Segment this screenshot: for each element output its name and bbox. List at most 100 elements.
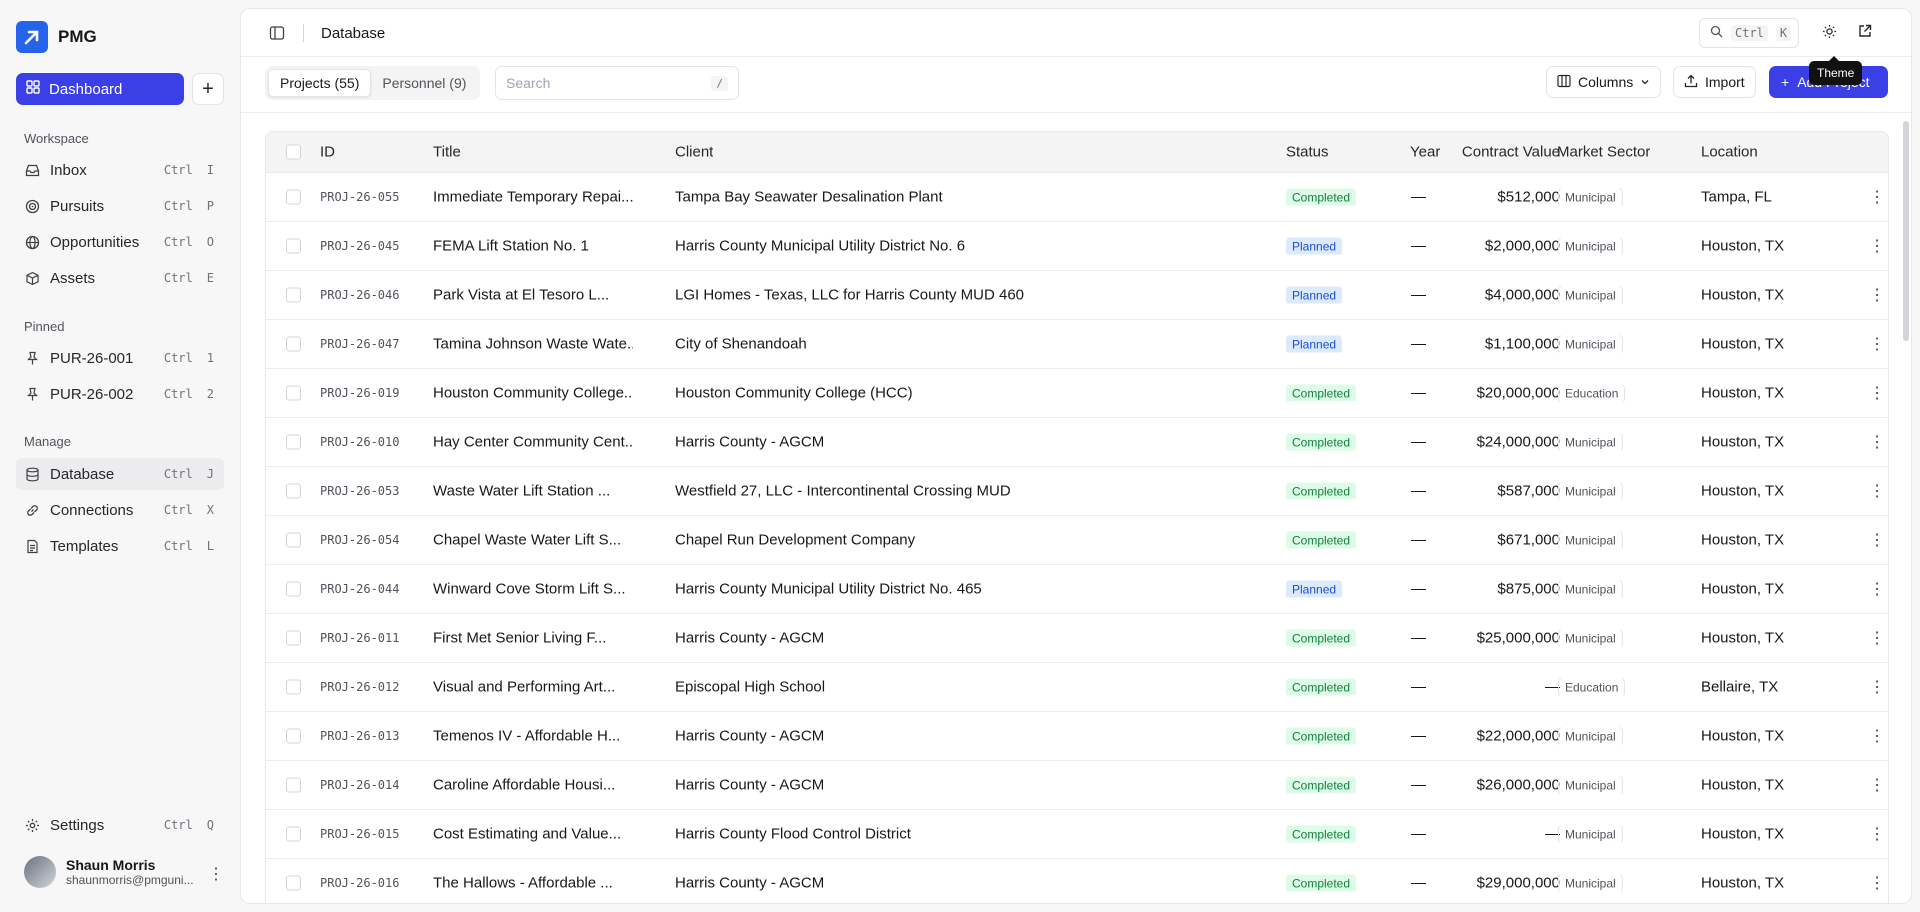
col-status[interactable]: Status: [1286, 144, 1329, 161]
table-row[interactable]: PROJ-26-046 Park Vista at El Tesoro L... L…: [266, 271, 1888, 320]
dashboard-button[interactable]: Dashboard: [16, 73, 184, 105]
row-menu-icon[interactable]: ⋮: [1869, 334, 1885, 354]
table-row[interactable]: PROJ-26-014 Caroline Affordable Housi... H…: [266, 761, 1888, 810]
cell-title[interactable]: Tamina Johnson Waste Wate...: [433, 336, 633, 353]
row-menu-icon[interactable]: ⋮: [1869, 530, 1885, 550]
cell-id: PROJ-26-014: [320, 778, 400, 792]
row-menu-icon[interactable]: ⋮: [1869, 236, 1885, 256]
table-row[interactable]: PROJ-26-016 The Hallows - Affordable ... H…: [266, 859, 1888, 903]
cell-title[interactable]: Winward Cove Storm Lift S...: [433, 581, 633, 598]
col-id[interactable]: ID: [320, 144, 335, 161]
col-client[interactable]: Client: [675, 144, 713, 161]
row-checkbox[interactable]: [286, 532, 301, 548]
cell-title[interactable]: Temenos IV - Affordable H...: [433, 728, 633, 745]
table-row[interactable]: PROJ-26-047 Tamina Johnson Waste Wate... C…: [266, 320, 1888, 369]
row-checkbox[interactable]: [286, 434, 301, 450]
col-year[interactable]: Year: [1410, 144, 1440, 161]
row-menu-icon[interactable]: ⋮: [1869, 579, 1885, 599]
sidebar-toggle-icon[interactable]: [265, 21, 289, 45]
cell-title[interactable]: Caroline Affordable Housi...: [433, 777, 633, 794]
sidebar-item-assets[interactable]: Assets Ctrl E: [16, 262, 224, 294]
row-checkbox[interactable]: [286, 385, 301, 401]
row-checkbox[interactable]: [286, 679, 301, 695]
table-row[interactable]: PROJ-26-055 Immediate Temporary Repai... T…: [266, 173, 1888, 222]
row-checkbox[interactable]: [286, 875, 301, 891]
sidebar-item-pursuits[interactable]: Pursuits Ctrl P: [16, 190, 224, 222]
row-checkbox[interactable]: [286, 581, 301, 597]
col-market-sector[interactable]: Market Sector: [1557, 144, 1650, 161]
row-menu-icon[interactable]: ⋮: [1869, 481, 1885, 501]
tab-personnel[interactable]: Personnel (9): [371, 69, 477, 97]
cell-title[interactable]: Visual and Performing Art...: [433, 679, 633, 696]
row-menu-icon[interactable]: ⋮: [1869, 677, 1885, 697]
row-checkbox[interactable]: [286, 777, 301, 793]
theme-toggle-button[interactable]: [1817, 21, 1841, 45]
sidebar-item-pur-26-002[interactable]: PUR-26-002 Ctrl 2: [16, 378, 224, 410]
cell-title[interactable]: Immediate Temporary Repai...: [433, 189, 633, 206]
col-title[interactable]: Title: [433, 144, 461, 161]
row-menu-icon[interactable]: ⋮: [1869, 187, 1885, 207]
row-checkbox[interactable]: [286, 483, 301, 499]
table-row[interactable]: PROJ-26-011 First Met Senior Living F... H…: [266, 614, 1888, 663]
row-checkbox[interactable]: [286, 336, 301, 352]
cell-title[interactable]: FEMA Lift Station No. 1: [433, 238, 633, 255]
table-row[interactable]: PROJ-26-012 Visual and Performing Art... E…: [266, 663, 1888, 712]
table-row[interactable]: PROJ-26-019 Houston Community College... H…: [266, 369, 1888, 418]
cell-title[interactable]: The Hallows - Affordable ...: [433, 875, 633, 892]
cell-market-sector: Municipal: [1558, 874, 1623, 892]
col-location[interactable]: Location: [1701, 144, 1758, 161]
row-checkbox[interactable]: [286, 630, 301, 646]
command-search-button[interactable]: Ctrl K: [1699, 18, 1799, 48]
cell-title[interactable]: Chapel Waste Water Lift S...: [433, 532, 633, 549]
columns-button[interactable]: Columns: [1546, 66, 1662, 98]
row-menu-icon[interactable]: ⋮: [1869, 873, 1885, 893]
cell-title[interactable]: Hay Center Community Cent...: [433, 434, 633, 451]
sidebar-item-pur-26-001[interactable]: PUR-26-001 Ctrl 1: [16, 342, 224, 374]
row-menu-icon[interactable]: ⋮: [1869, 432, 1885, 452]
row-menu-icon[interactable]: ⋮: [1869, 628, 1885, 648]
table-row[interactable]: PROJ-26-044 Winward Cove Storm Lift S... H…: [266, 565, 1888, 614]
chevron-down-icon: [1640, 74, 1650, 90]
tab-projects[interactable]: Projects (55): [268, 69, 372, 97]
select-all-checkbox[interactable]: [286, 144, 301, 160]
row-menu-icon[interactable]: ⋮: [1869, 285, 1885, 305]
row-checkbox[interactable]: [286, 238, 301, 254]
search-input[interactable]: [506, 75, 712, 91]
table-row[interactable]: PROJ-26-054 Chapel Waste Water Lift S... C…: [266, 516, 1888, 565]
table-row[interactable]: PROJ-26-045 FEMA Lift Station No. 1 Harris…: [266, 222, 1888, 271]
cell-year: —: [1411, 776, 1426, 794]
row-checkbox[interactable]: [286, 189, 301, 205]
sidebar-item-database[interactable]: Database Ctrl J: [16, 458, 224, 490]
sidebar-item-templates[interactable]: Templates Ctrl L: [16, 530, 224, 562]
sidebar-item-settings[interactable]: Settings Ctrl Q: [16, 809, 224, 841]
row-checkbox[interactable]: [286, 287, 301, 303]
sidebar-item-connections[interactable]: Connections Ctrl X: [16, 494, 224, 526]
sidebar-item-opportunities[interactable]: Opportunities Ctrl O: [16, 226, 224, 258]
row-menu-icon[interactable]: ⋮: [1869, 824, 1885, 844]
row-menu-icon[interactable]: ⋮: [1869, 726, 1885, 746]
table-row[interactable]: PROJ-26-013 Temenos IV - Affordable H... H…: [266, 712, 1888, 761]
row-menu-icon[interactable]: ⋮: [1869, 775, 1885, 795]
scrollbar[interactable]: [1903, 121, 1909, 341]
new-item-button[interactable]: +: [192, 73, 224, 105]
table-row[interactable]: PROJ-26-010 Hay Center Community Cent... H…: [266, 418, 1888, 467]
import-button[interactable]: Import: [1673, 66, 1756, 98]
cell-title[interactable]: Houston Community College...: [433, 385, 633, 402]
cell-title[interactable]: Cost Estimating and Value...: [433, 826, 633, 843]
sidebar-item-inbox[interactable]: Inbox Ctrl I: [16, 154, 224, 186]
cell-market-sector: Municipal: [1558, 237, 1623, 255]
row-checkbox[interactable]: [286, 728, 301, 744]
more-vertical-icon[interactable]: ⋮: [208, 864, 224, 884]
col-contract-value[interactable]: Contract Value: [1442, 144, 1560, 161]
user-profile[interactable]: Shaun Morris shaunmorris@pmguni... ⋮: [24, 856, 224, 888]
cell-title[interactable]: Waste Water Lift Station ...: [433, 483, 633, 500]
row-menu-icon[interactable]: ⋮: [1869, 383, 1885, 403]
brand[interactable]: PMG: [16, 21, 97, 53]
cell-title[interactable]: First Met Senior Living F...: [433, 630, 633, 647]
table-row[interactable]: PROJ-26-015 Cost Estimating and Value... H…: [266, 810, 1888, 859]
cell-title[interactable]: Park Vista at El Tesoro L...: [433, 287, 633, 304]
row-checkbox[interactable]: [286, 826, 301, 842]
sun-icon: [1822, 24, 1837, 43]
table-row[interactable]: PROJ-26-053 Waste Water Lift Station ... W…: [266, 467, 1888, 516]
open-external-button[interactable]: [1853, 21, 1877, 45]
